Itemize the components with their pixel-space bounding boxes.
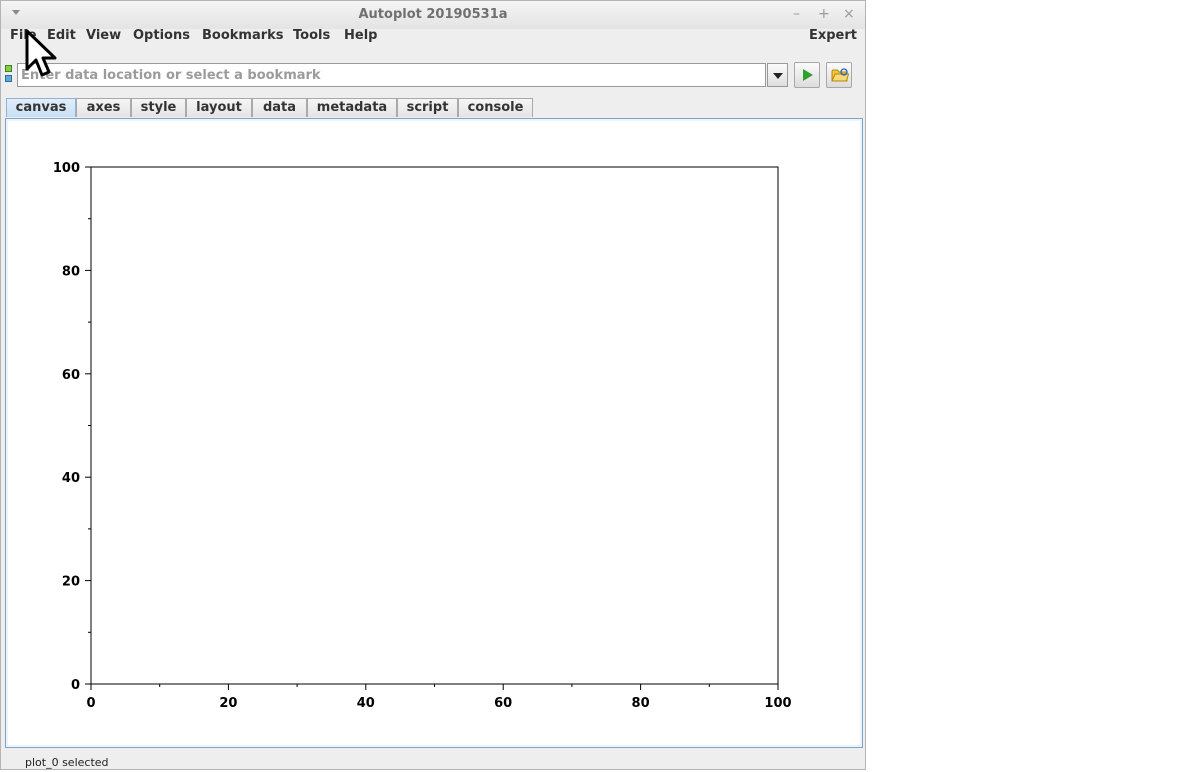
plot-frame: [90, 166, 779, 685]
play-icon: [803, 69, 813, 81]
x-tick-label: 0: [86, 696, 95, 711]
browse-file-button[interactable]: [826, 62, 852, 88]
tab-console[interactable]: console: [458, 98, 533, 117]
mouse-pointer-icon: [25, 29, 57, 77]
chevron-down-icon: [773, 73, 783, 79]
tab-style[interactable]: style: [131, 98, 186, 117]
tab-layout[interactable]: layout: [186, 98, 252, 117]
tab-canvas[interactable]: canvas: [6, 98, 76, 117]
y-tick-label: 80: [62, 264, 80, 279]
x-tick-label: 20: [219, 696, 237, 711]
status-text: plot_0 selected: [25, 756, 109, 769]
y-tick-label: 0: [71, 678, 80, 693]
menu-options[interactable]: Options: [133, 28, 190, 43]
status-light-blue: [5, 75, 12, 82]
window-title: Autoplot 20190531a: [358, 7, 508, 22]
menu-view[interactable]: View: [86, 28, 121, 43]
bookmark-dropdown-button[interactable]: [767, 63, 788, 87]
canvas-panel: 0 20 40 60 80 100 0 20 40 60 80 100: [5, 118, 863, 748]
x-tick-label: 100: [764, 696, 791, 711]
folder-icon: [831, 68, 849, 82]
plot-canvas[interactable]: 0 20 40 60 80 100 0 20 40 60 80 100: [8, 121, 860, 745]
y-tick-label: 40: [62, 471, 80, 486]
expert-mode-menu[interactable]: Expert: [809, 28, 857, 43]
menu-bar: File Edit View Options Bookmarks Tools H…: [1, 26, 865, 48]
title-bar[interactable]: Autoplot 20190531a – + ×: [1, 1, 865, 29]
menu-bookmarks[interactable]: Bookmarks: [202, 28, 284, 43]
plot-go-button[interactable]: [794, 62, 820, 88]
tab-metadata[interactable]: metadata: [307, 98, 397, 117]
y-tick-label: 20: [62, 575, 80, 590]
tab-script[interactable]: script: [397, 98, 458, 117]
status-light-green: [5, 65, 12, 72]
autoplot-window: Autoplot 20190531a – + × File Edit View …: [0, 0, 866, 770]
status-indicator-icon: [5, 65, 13, 83]
close-icon[interactable]: ×: [843, 5, 855, 23]
y-tick-label: 100: [53, 161, 80, 176]
x-tick-label: 60: [494, 696, 512, 711]
x-tick-label: 80: [632, 696, 650, 711]
data-location-input[interactable]: [17, 63, 766, 87]
y-tick-label: 60: [62, 368, 80, 383]
menu-help[interactable]: Help: [344, 28, 377, 43]
menu-tools[interactable]: Tools: [293, 28, 330, 43]
tab-data[interactable]: data: [252, 98, 307, 117]
data-location-bar: [1, 61, 865, 89]
maximize-icon[interactable]: +: [818, 5, 830, 23]
minimize-icon[interactable]: –: [793, 5, 800, 23]
x-tick-label: 40: [357, 696, 375, 711]
tab-axes[interactable]: axes: [76, 98, 131, 117]
plot-0[interactable]: 0 20 40 60 80 100 0 20 40 60 80 100: [8, 121, 860, 745]
